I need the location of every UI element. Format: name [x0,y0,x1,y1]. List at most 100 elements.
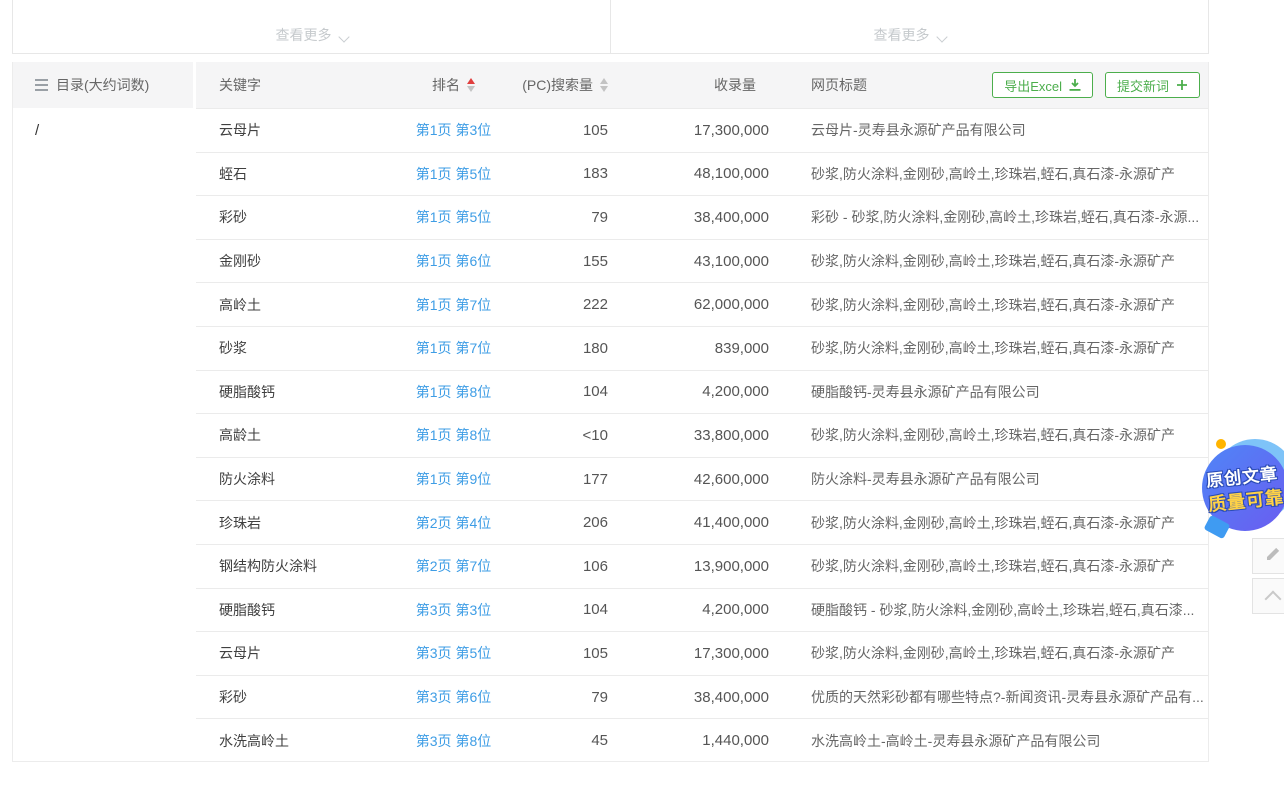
keyword-rank-panel: 目录(大约词数) / 关键字 排名 (PC)搜索量 收录量 网页标题 导出Exc… [12,62,1209,762]
col-header-rank-label: 排名 [432,75,460,95]
view-more-right-label[interactable]: 查看更多 [874,25,930,45]
table-row: 砂浆 第1页 第7位 180 839,000 砂浆,防火涂料,金刚砂,高岭土,珍… [196,326,1208,370]
view-more-left[interactable]: 查看更多 [13,0,611,53]
rank-link[interactable]: 第1页 第7位 [416,340,491,356]
search-volume-cell: 106 [516,558,616,575]
rank-link[interactable]: 第1页 第6位 [416,253,491,269]
search-volume-cell: 222 [516,296,616,313]
search-volume-cell: 79 [516,689,616,706]
back-to-top-button[interactable] [1252,578,1284,614]
page-title-cell: 彩砂 - 砂浆,防火涂料,金刚砂,高岭土,珍珠岩,蛭石,真石漆-永源... [776,207,1208,227]
page-title-cell: 砂浆,防火涂料,金刚砂,高岭土,珍珠岩,蛭石,真石漆-永源矿产 [776,164,1208,184]
rank-link[interactable]: 第3页 第5位 [416,645,491,661]
rank-link[interactable]: 第1页 第7位 [416,297,491,313]
keyword-cell: 金刚砂 [196,251,391,271]
index-count-cell: 48,100,000 [616,165,776,182]
promo-badge[interactable]: 原创文章 质量可靠 [1200,437,1284,537]
table-row: 高龄土 第1页 第8位 <10 33,800,000 砂浆,防火涂料,金刚砂,高… [196,413,1208,457]
page-title-cell: 砂浆,防火涂料,金刚砂,高岭土,珍珠岩,蛭石,真石漆-永源矿产 [776,643,1208,663]
table-body: 云母片 第1页 第3位 105 17,300,000 云母片-灵寿县永源矿产品有… [196,108,1208,762]
keyword-cell: 水洗高岭土 [196,731,391,751]
table-row: 高岭土 第1页 第7位 222 62,000,000 砂浆,防火涂料,金刚砂,高… [196,282,1208,326]
export-excel-button[interactable]: 导出Excel [992,72,1093,98]
rank-link[interactable]: 第3页 第8位 [416,733,491,749]
keyword-cell: 珍珠岩 [196,513,391,533]
page-title-cell: 水洗高岭土-高岭土-灵寿县永源矿产品有限公司 [776,731,1208,751]
chevron-down-icon [338,31,349,42]
page-title-cell: 防火涂料-灵寿县永源矿产品有限公司 [776,469,1208,489]
search-volume-cell: 45 [516,732,616,749]
search-volume-cell: 206 [516,514,616,531]
search-volume-cell: 155 [516,253,616,270]
index-count-cell: 41,400,000 [616,514,776,531]
rank-link[interactable]: 第2页 第4位 [416,515,491,531]
index-count-cell: 13,900,000 [616,558,776,575]
table-row: 珍珠岩 第2页 第4位 206 41,400,000 砂浆,防火涂料,金刚砂,高… [196,500,1208,544]
sidebar-item-root[interactable]: / [13,108,193,152]
keyword-cell: 钢结构防火涂料 [196,556,391,576]
table-header: 关键字 排名 (PC)搜索量 收录量 网页标题 导出Excel 提交新词 [196,62,1208,108]
table-row: 彩砂 第3页 第6位 79 38,400,000 优质的天然彩砂都有哪些特点?-… [196,675,1208,719]
search-volume-cell: 183 [516,165,616,182]
search-volume-cell: 105 [516,645,616,662]
sidebar-item-label: / [35,122,39,139]
rank-link[interactable]: 第1页 第3位 [416,122,491,138]
table-row: 水洗高岭土 第3页 第8位 45 1,440,000 水洗高岭土-高岭土-灵寿县… [196,718,1208,762]
edit-button[interactable] [1252,538,1284,574]
badge-ring-icon [1216,439,1226,449]
chevron-down-icon [936,31,947,42]
page-title-cell: 砂浆,防火涂料,金刚砂,高岭土,珍珠岩,蛭石,真石漆-永源矿产 [776,295,1208,315]
rank-link[interactable]: 第1页 第5位 [416,209,491,225]
keyword-cell: 高龄土 [196,425,391,445]
page-title-cell: 砂浆,防火涂料,金刚砂,高岭土,珍珠岩,蛭石,真石漆-永源矿产 [776,513,1208,533]
page-title-cell: 硬脂酸钙 - 砂浆,防火涂料,金刚砂,高岭土,珍珠岩,蛭石,真石漆... [776,600,1208,620]
rank-link[interactable]: 第2页 第7位 [416,558,491,574]
keyword-cell: 彩砂 [196,687,391,707]
rank-link[interactable]: 第1页 第8位 [416,384,491,400]
keyword-cell: 云母片 [196,120,391,140]
table-row: 蛭石 第1页 第5位 183 48,100,000 砂浆,防火涂料,金刚砂,高岭… [196,152,1208,196]
col-header-keyword: 关键字 [196,75,391,95]
page-title-cell: 砂浆,防火涂料,金刚砂,高岭土,珍珠岩,蛭石,真石漆-永源矿产 [776,556,1208,576]
list-icon [35,79,48,91]
page-title-cell: 砂浆,防火涂料,金刚砂,高岭土,珍珠岩,蛭石,真石漆-永源矿产 [776,425,1208,445]
index-count-cell: 17,300,000 [616,645,776,662]
keyword-cell: 蛭石 [196,164,391,184]
col-header-rank[interactable]: 排名 [391,75,516,95]
export-excel-label: 导出Excel [1004,76,1062,95]
sort-arrows-rank[interactable] [467,78,475,92]
search-volume-cell: 79 [516,209,616,226]
table-row: 云母片 第3页 第5位 105 17,300,000 砂浆,防火涂料,金刚砂,高… [196,631,1208,675]
directory-header: 目录(大约词数) [13,62,193,108]
search-volume-cell: 104 [516,601,616,618]
submit-new-words-label: 提交新词 [1117,76,1169,95]
col-header-search[interactable]: (PC)搜索量 [516,75,616,95]
sort-arrows-search[interactable] [600,78,608,92]
rank-link[interactable]: 第3页 第6位 [416,689,491,705]
table-row: 硬脂酸钙 第1页 第8位 104 4,200,000 硬脂酸钙-灵寿县永源矿产品… [196,370,1208,414]
download-icon [1069,79,1081,91]
top-panels: 查看更多 查看更多 [12,0,1209,54]
page-title-cell: 优质的天然彩砂都有哪些特点?-新闻资讯-灵寿县永源矿产品有... [776,687,1208,707]
index-count-cell: 1,440,000 [616,732,776,749]
search-volume-cell: <10 [516,427,616,444]
index-count-cell: 38,400,000 [616,689,776,706]
search-volume-cell: 177 [516,471,616,488]
page-title-cell: 砂浆,防火涂料,金刚砂,高岭土,珍珠岩,蛭石,真石漆-永源矿产 [776,338,1208,358]
view-more-left-label[interactable]: 查看更多 [276,25,332,45]
index-count-cell: 43,100,000 [616,253,776,270]
chevron-up-icon [1265,591,1282,608]
table-row: 金刚砂 第1页 第6位 155 43,100,000 砂浆,防火涂料,金刚砂,高… [196,239,1208,283]
search-volume-cell: 180 [516,340,616,357]
rank-link[interactable]: 第1页 第5位 [416,166,491,182]
index-count-cell: 17,300,000 [616,122,776,139]
search-volume-cell: 104 [516,383,616,400]
rank-link[interactable]: 第1页 第8位 [416,427,491,443]
submit-new-words-button[interactable]: 提交新词 [1105,72,1200,98]
index-count-cell: 33,800,000 [616,427,776,444]
page-title-cell: 硬脂酸钙-灵寿县永源矿产品有限公司 [776,382,1208,402]
rank-link[interactable]: 第3页 第3位 [416,602,491,618]
page-title-cell: 砂浆,防火涂料,金刚砂,高岭土,珍珠岩,蛭石,真石漆-永源矿产 [776,251,1208,271]
rank-link[interactable]: 第1页 第9位 [416,471,491,487]
view-more-right[interactable]: 查看更多 [611,0,1208,53]
